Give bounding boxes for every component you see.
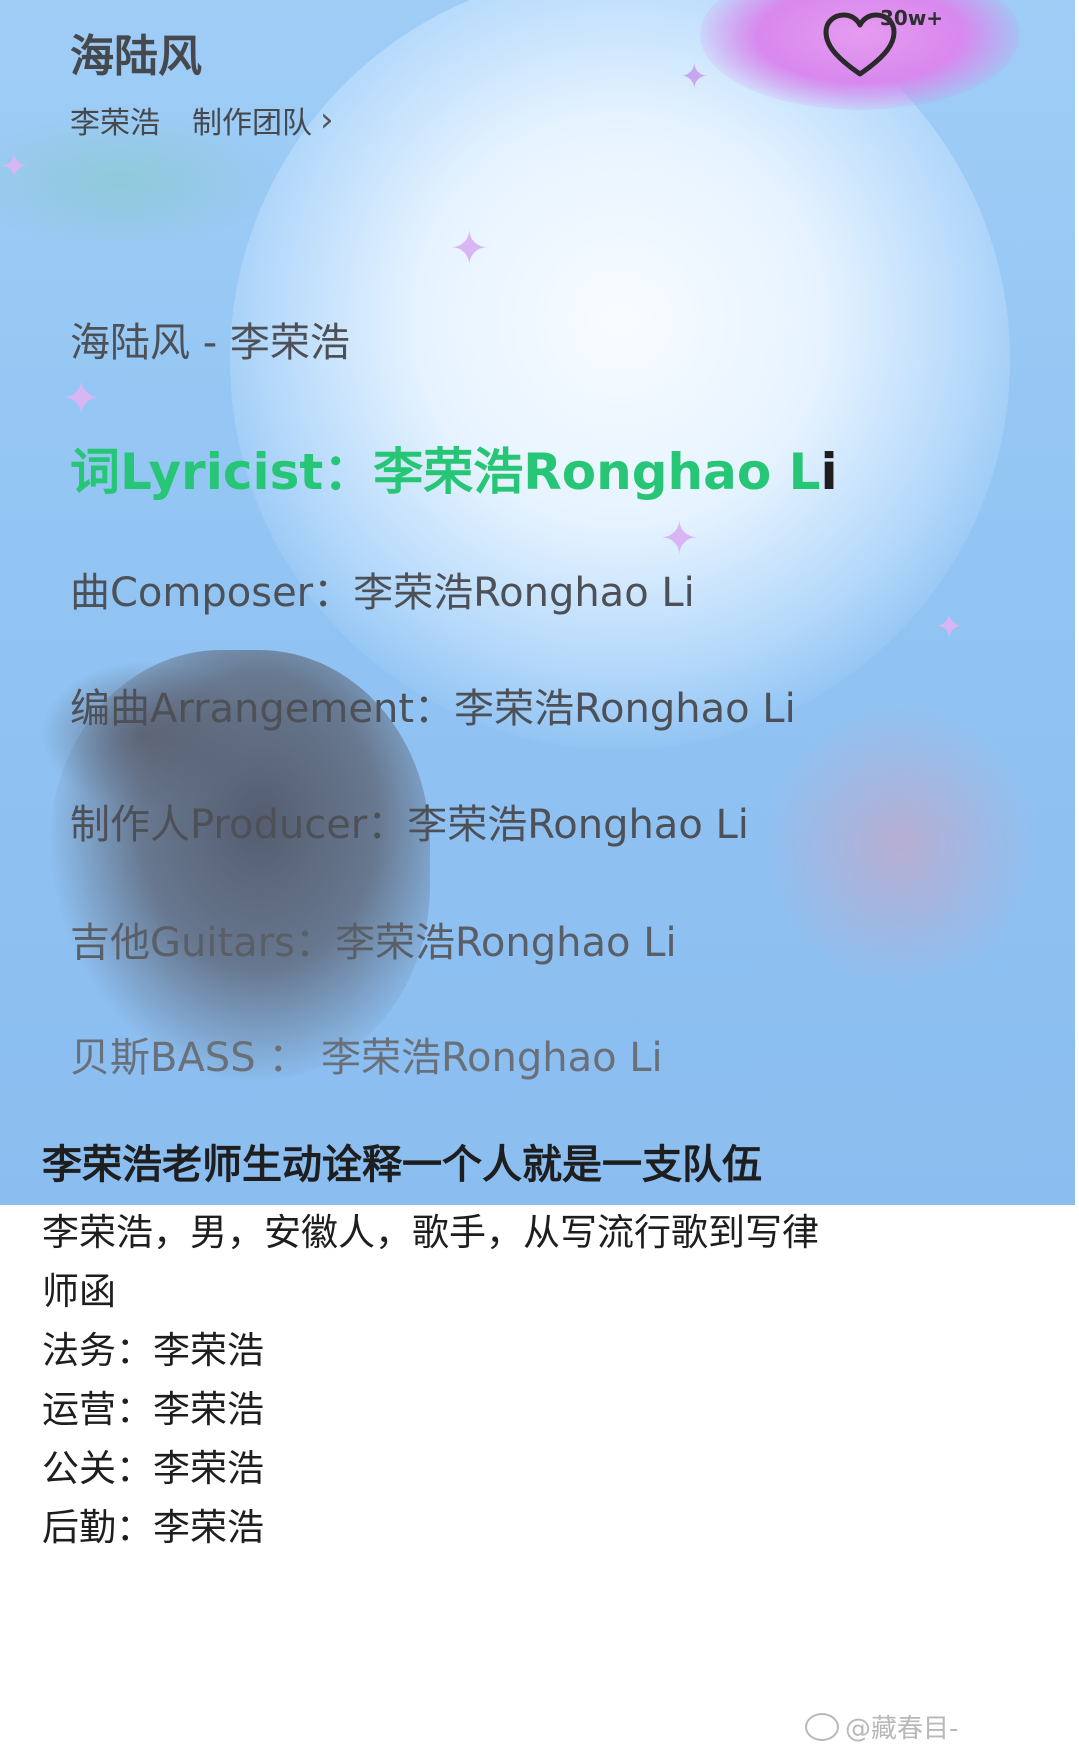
lyric-active-text: 词Lyricist：李荣浩Ronghao L — [70, 443, 821, 501]
post-line: 后勤：李荣浩 — [42, 1506, 264, 1549]
artist-row: 李荣浩 制作团队 › — [70, 98, 334, 142]
post-line: 公关：李荣浩 — [42, 1447, 264, 1490]
sparkle-icon: ✦ — [62, 371, 101, 425]
post-line: 法务：李荣浩 — [42, 1329, 264, 1372]
lyric-line[interactable]: 贝斯BASS ： 李荣浩Ronghao Li — [70, 1025, 663, 1083]
production-team-link[interactable]: 制作团队 › — [192, 98, 334, 142]
sparkle-icon: ✦ — [450, 221, 489, 275]
pink-bunny-doodle-image — [760, 700, 1040, 990]
like-count: 30w+ — [880, 6, 944, 30]
like-button[interactable]: 30w+ — [822, 6, 952, 77]
lyric-active-tail: i — [820, 443, 838, 501]
sparkle-icon: ✦ — [680, 57, 709, 97]
sparkle-icon: ✦ — [935, 607, 964, 647]
post-body: 李荣浩，男，安徽人，歌手，从写流行歌到写律 师函 法务：李荣浩 运营：李荣浩 公… — [42, 1203, 1032, 1557]
production-team-label: 制作团队 — [192, 106, 312, 141]
lyric-line[interactable]: 吉他Guitars：李荣浩Ronghao Li — [70, 910, 677, 968]
post-line: 师函 — [42, 1270, 116, 1313]
weibo-watermark: @藏春目- — [805, 1708, 958, 1745]
moon-background — [230, 0, 1010, 750]
sparkle-icon: ✦ — [660, 511, 699, 565]
artist-link[interactable]: 李荣浩 — [70, 98, 160, 142]
post-line: 李荣浩，男，安徽人，歌手，从写流行歌到写律 — [42, 1211, 819, 1254]
post-content: 李荣浩老师生动诠释一个人就是一支队伍 李荣浩，男，安徽人，歌手，从写流行歌到写律… — [42, 1135, 1032, 1557]
lyric-line-active[interactable]: 词Lyricist：李荣浩Ronghao Li — [70, 432, 838, 504]
sparkle-icon: ✦ — [0, 147, 29, 187]
song-title: 海陆风 — [70, 31, 202, 82]
post-title: 李荣浩老师生动诠释一个人就是一支队伍 — [42, 1142, 762, 1188]
weibo-logo-icon — [805, 1712, 839, 1741]
lyric-line[interactable]: 编曲Arrangement：李荣浩Ronghao Li — [70, 676, 796, 734]
chevron-right-icon: › — [320, 100, 334, 140]
post-line: 运营：李荣浩 — [42, 1388, 264, 1431]
music-player-lyrics-screen: ✦ ✦ ✦ ✦ ✦ ✦ 海陆风 李荣浩 制作团队 › 30w+ 海陆风 - 李荣… — [0, 0, 1075, 1205]
lyric-line[interactable]: 曲Composer：李荣浩Ronghao Li — [70, 560, 695, 618]
watermark-text: @藏春目- — [845, 1714, 959, 1744]
lyric-line[interactable]: 制作人Producer：李荣浩Ronghao Li — [70, 792, 749, 850]
lyric-line[interactable]: 海陆风 - 李荣浩 — [70, 310, 350, 368]
